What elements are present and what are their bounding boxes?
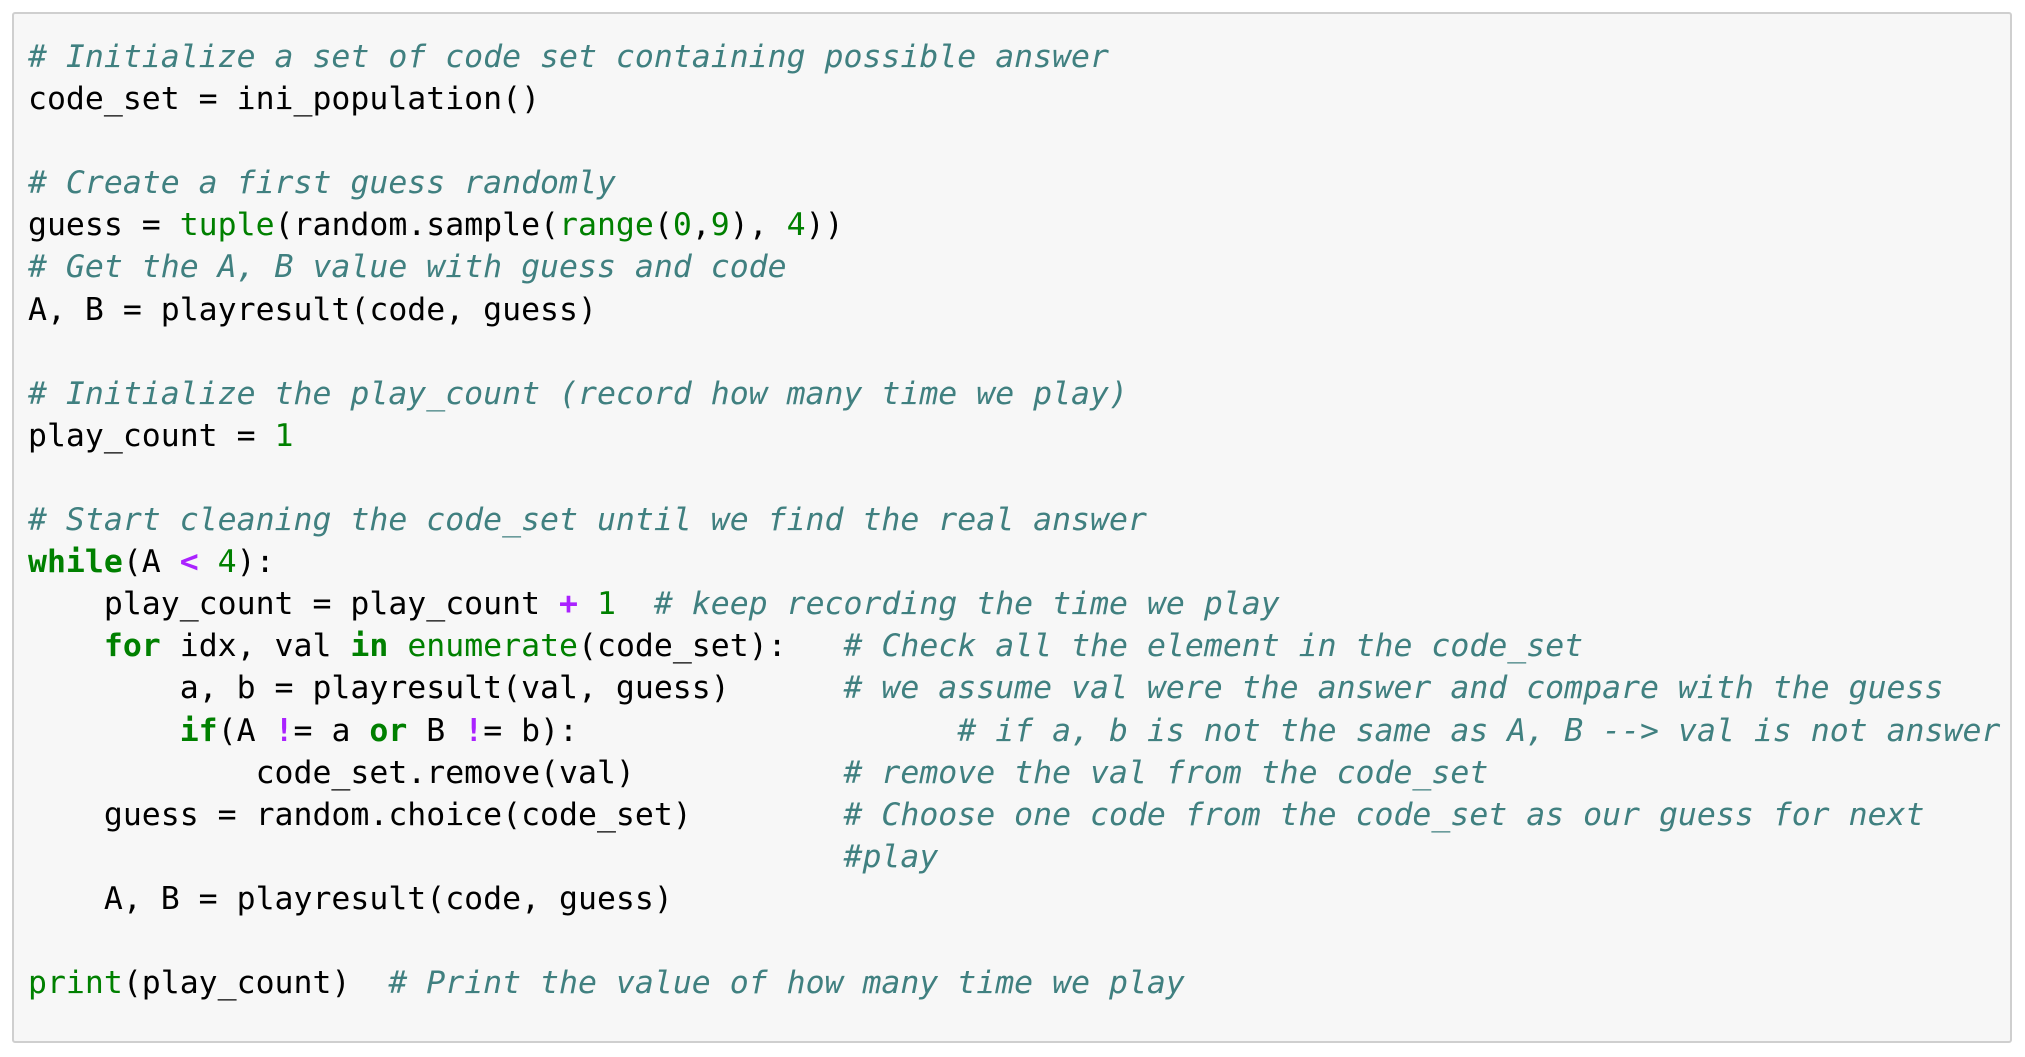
code-text: B — [407, 712, 465, 749]
code-text: A, B = playresult(code, guess) — [28, 291, 597, 328]
code-line: ​ — [28, 457, 2000, 499]
code-comment: # Initialize a set of code set containin… — [28, 39, 1109, 75]
code-comment: # keep recording the time we play — [653, 586, 1280, 623]
code-comment: # we assume val were the answer and comp… — [843, 670, 1944, 707]
code-text: ), — [729, 207, 787, 244]
code-builtin: print — [28, 965, 123, 1002]
code-comment: # Choose one code from the code_set as o… — [843, 796, 1925, 833]
code-line: ​ — [28, 120, 2000, 162]
code-keyword: in — [350, 628, 389, 665]
code-operator: ! — [464, 712, 484, 749]
code-line: guess = random.choice(code_set) # Choose… — [28, 794, 2000, 836]
code-operator: < — [179, 544, 199, 581]
code-text: = a — [293, 712, 370, 749]
code-text: code_set.remove(val) — [28, 754, 844, 791]
code-text: (A — [122, 544, 180, 581]
code-line: # Initialize the play_count (record how … — [28, 373, 2000, 415]
code-line: A, B = playresult(code, guess) — [28, 878, 2000, 920]
code-line: if(A != a or B != b): # if a, b is not t… — [28, 710, 2001, 752]
code-comment: # Get the A, B value with guess and code — [28, 249, 787, 286]
code-text: idx, val — [160, 628, 351, 665]
code-line: A, B = playresult(code, guess) — [28, 289, 2000, 331]
code-text: (A — [217, 712, 275, 749]
code-keyword: for — [103, 628, 161, 665]
code-text: code_set = ini_population() — [28, 81, 541, 118]
code-line: # Get the A, B value with guess and code — [28, 246, 2000, 288]
code-text: = b): — [483, 712, 958, 749]
code-line: play_count = play_count + 1 # keep recor… — [28, 583, 2000, 625]
code-number: 1 — [596, 586, 616, 623]
code-number: 4 — [217, 544, 237, 581]
code-line: ​ — [28, 331, 2000, 373]
code-line: # Start cleaning the code_set until we f… — [28, 499, 2000, 541]
code-keyword: while — [28, 544, 123, 581]
code-line: #play — [28, 836, 2000, 878]
code-text: play_count = — [28, 417, 275, 454]
code-block[interactable]: # Initialize a set of code set containin… — [28, 36, 2000, 1004]
code-comment: # Print the value of how many time we pl… — [388, 965, 1185, 1002]
code-line: ​ — [28, 920, 2000, 962]
code-line: code_set.remove(val) # remove the val fr… — [28, 752, 2000, 794]
code-text: )) — [805, 207, 844, 244]
code-text: A, B = playresult(code, guess) — [28, 880, 673, 917]
code-comment: # if a, b is not the same as A, B --> va… — [957, 712, 2001, 749]
code-builtin: tuple — [179, 207, 275, 244]
code-builtin: range — [559, 207, 654, 244]
code-comment: #play — [843, 838, 939, 875]
code-comment: # Initialize the play_count (record how … — [28, 375, 1128, 412]
code-keyword: or — [369, 712, 408, 749]
code-line: play_count = 1 — [28, 415, 2000, 457]
code-line: guess = tuple(random.sample(range(0,9), … — [28, 204, 2000, 246]
code-text: (code_set): — [578, 628, 844, 665]
code-text: play_count = play_count — [28, 586, 560, 623]
code-comment: # Check all the element in the code_set — [843, 628, 1584, 665]
code-comment: # remove the val from the code_set — [843, 754, 1489, 791]
code-cell[interactable]: # Initialize a set of code set containin… — [12, 12, 2012, 1043]
code-line: # Create a first guess randomly — [28, 162, 2000, 204]
code-text: (play_count) — [122, 965, 389, 1002]
code-number: 0 — [672, 207, 692, 244]
code-line: print(play_count) # Print the value of h… — [28, 962, 2000, 1004]
code-line: while(A < 4): — [28, 541, 2000, 583]
code-text: a, b = playresult(val, guess) — [28, 670, 844, 707]
code-text: ): — [236, 544, 275, 581]
code-line: for idx, val in enumerate(code_set): # C… — [28, 625, 2000, 667]
code-text: guess = — [28, 207, 180, 244]
code-text: (random.sample( — [274, 207, 560, 244]
code-text: ( — [653, 207, 673, 244]
code-line: a, b = playresult(val, guess) # we assum… — [28, 667, 2000, 709]
code-text: , — [691, 207, 711, 244]
code-line: # Initialize a set of code set containin… — [28, 36, 2000, 78]
code-operator: ! — [274, 712, 294, 749]
code-number: 9 — [710, 207, 730, 244]
code-line: code_set = ini_population() — [28, 78, 2000, 120]
code-number: 4 — [786, 207, 806, 244]
code-comment: # Create a first guess randomly — [28, 165, 616, 202]
code-number: 1 — [274, 417, 294, 454]
code-keyword: if — [179, 712, 218, 749]
code-comment: # Start cleaning the code_set until we f… — [28, 502, 1147, 539]
code-builtin: enumerate — [407, 628, 579, 665]
code-text: guess = random.choice(code_set) — [28, 796, 844, 833]
code-operator: + — [559, 586, 578, 623]
